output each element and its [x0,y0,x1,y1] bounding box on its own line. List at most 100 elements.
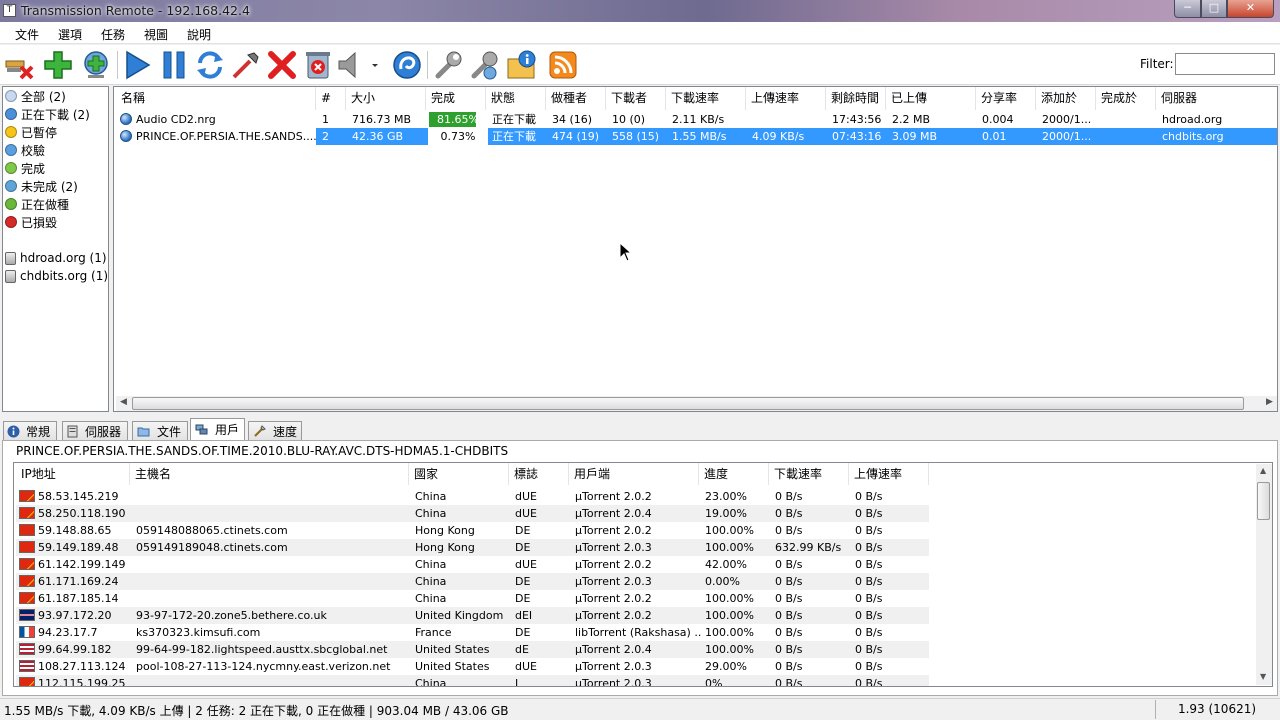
sidebar-item-paused[interactable]: 已暫停 [5,123,57,141]
col-header-seeds[interactable]: 做種者 [546,87,606,110]
col-header-num[interactable]: # [316,87,346,110]
peer-progress: 100.00% [705,643,754,656]
filter-input[interactable] [1175,53,1275,75]
col-header-host[interactable]: 主機名 [130,463,409,485]
peer-row[interactable]: 58.250.118.190 China dUE µTorrent 2.0.4 19.0… [16,505,929,522]
col-header-completed[interactable]: 完成於 [1096,87,1156,110]
peer-row[interactable]: 61.187.185.14 China DE µTorrent 2.0.2 100.00… [16,590,929,607]
add-torrent-icon[interactable] [41,48,75,82]
sidebar-item-downloading[interactable]: 正在下載 (2) [5,105,90,123]
verify-icon[interactable] [229,48,263,82]
toolbar-separator [117,51,118,79]
sidebar-item-error[interactable]: 已損毀 [5,213,57,231]
peer-flags: DE [515,592,531,605]
col-header-flags[interactable]: 標誌 [509,463,569,485]
disconnect-icon[interactable] [2,48,36,82]
options-icon[interactable] [431,48,465,82]
torrent-row-selected[interactable]: PRINCE.OF.PERSIA.THE.SANDS.... 2 42.36 G… [116,128,1277,145]
col-header-down-speed[interactable]: 下載速率 [769,463,849,485]
rss-icon[interactable] [546,48,580,82]
col-header-uploaded[interactable]: 已上傳 [886,87,976,110]
scroll-up-icon[interactable]: ▲ [1260,466,1266,475]
tab-trackers[interactable]: 伺服器 [62,421,128,440]
sidebar-item-all[interactable]: 全部 (2) [5,87,66,105]
tab-speed[interactable]: 速度 [248,421,302,440]
col-header-client[interactable]: 用戶端 [569,463,699,485]
peer-row[interactable]: 94.23.17.7 ks370323.kimsufi.com France DE li… [16,624,929,641]
torrent-seeds: 474 (19) [552,130,600,143]
scroll-down-icon[interactable]: ▼ [1260,672,1266,681]
col-header-added[interactable]: 添加於 [1036,87,1096,110]
sidebar-item-completed[interactable]: 完成 [5,159,45,177]
col-header-up-speed[interactable]: 上傳速率 [849,463,929,485]
maximize-button[interactable]: □ [1201,0,1227,18]
peer-flags: dE [515,643,529,656]
tab-peers[interactable]: 用戶 [190,418,245,440]
peer-up-speed: 0 B/s [855,609,883,622]
sidebar-item-checking[interactable]: 校驗 [5,141,45,159]
speaker-icon[interactable] [334,48,368,82]
scroll-thumb[interactable] [132,397,1244,410]
web-icon[interactable] [390,48,424,82]
peer-row[interactable]: 93.97.172.20 93-97-172-20.zone5.bethere.c… [16,607,929,624]
peer-list[interactable]: IP地址 主機名 國家 標誌 用戶端 進度 下載速率 上傳速率 58.53.14… [13,462,1273,687]
peer-down-speed: 0 B/s [775,592,803,605]
menu-file[interactable]: 文件 [15,26,39,43]
col-header-peers[interactable]: 下載者 [606,87,666,110]
col-header-ip[interactable]: IP地址 [16,463,130,485]
status-bar: 1.55 MB/s 下載, 4.09 KB/s 上傳 | 2 任務: 2 正在下… [0,698,1280,720]
peer-row[interactable]: 99.64.99.182 99-64-99-182.lightspeed.aust… [16,641,929,658]
peer-ip: 94.23.17.7 [38,626,98,639]
col-header-up-speed[interactable]: 上傳速率 [746,87,826,110]
col-header-tracker[interactable]: 伺服器 [1156,87,1276,110]
horizontal-scrollbar[interactable]: ◀ ▶ [116,396,1277,411]
peer-row[interactable]: 112.115.199.25 China IµTorrent 2.0.3 0% 0 B/… [16,675,929,686]
reannounce-icon[interactable] [193,48,227,82]
start-icon[interactable] [120,48,154,82]
peer-row[interactable]: 61.142.199.149 China dUE µTorrent 2.0.2 42.0… [16,556,929,573]
peer-client: µTorrent 2.0.3 [575,575,652,588]
scroll-thumb[interactable] [1257,482,1270,520]
scroll-left-icon[interactable]: ◀ [120,397,127,407]
tracker-icon [5,251,16,265]
remove-data-icon[interactable] [301,48,335,82]
torrent-list[interactable]: 名稱 # 大小 完成 狀態 做種者 下載者 下載速率 上傳速率 剩餘時間 已上傳… [113,86,1278,412]
col-header-status[interactable]: 狀態 [486,87,546,110]
tab-general[interactable]: 常規 [3,421,57,440]
col-header-done[interactable]: 完成 [426,87,486,110]
info-icon[interactable] [504,48,538,82]
col-header-name[interactable]: 名稱 [116,87,316,110]
sidebar-tracker-hdroad[interactable]: hdroad.org (1) [5,249,107,267]
sidebar-item-seeding[interactable]: 正在做種 [5,195,69,213]
connection-options-icon[interactable] [467,48,501,82]
peer-host: 059149189048.ctinets.com [136,541,288,554]
col-header-size[interactable]: 大小 [346,87,426,110]
minimize-button[interactable]: ─ [1174,0,1201,18]
close-button[interactable]: ✕ [1227,0,1274,18]
tab-files[interactable]: 文件 [132,421,188,440]
sidebar-item-incomplete[interactable]: 未完成 (2) [5,177,78,195]
speaker-dropdown-icon[interactable] [366,48,384,82]
col-header-down-speed[interactable]: 下載速率 [666,87,746,110]
col-header-ratio[interactable]: 分享率 [976,87,1036,110]
peer-row[interactable]: 59.148.88.65 059148088065.ctinets.com Hong… [16,522,929,539]
col-header-progress[interactable]: 進度 [699,463,769,485]
vertical-scrollbar[interactable]: ▲ ▼ [1256,464,1272,685]
torrent-row[interactable]: Audio CD2.nrg 1 716.73 MB 81.65% 正在下載 34… [116,111,1277,128]
menu-help[interactable]: 說明 [187,26,211,43]
add-url-icon[interactable] [79,48,113,82]
menu-options[interactable]: 選項 [58,26,82,43]
peer-row[interactable]: 58.53.145.219 China dUE µTorrent 2.0.2 23.00… [16,488,929,505]
menu-view[interactable]: 視圖 [144,26,168,43]
peer-row[interactable]: 61.171.169.24 China DE µTorrent 2.0.3 0.00% 0… [16,573,929,590]
sidebar-tracker-chdbits[interactable]: chdbits.org (1) [5,267,108,285]
peer-row[interactable]: 108.27.113.124 pool-108-27-113-124.nycmny… [16,658,929,675]
peer-progress: 100.00% [705,592,754,605]
col-header-country[interactable]: 國家 [409,463,509,485]
menu-tasks[interactable]: 任務 [101,26,125,43]
pause-icon[interactable] [157,48,191,82]
peer-row[interactable]: 59.149.189.48 059149189048.ctinets.com Hon… [16,539,929,556]
remove-icon[interactable] [265,48,299,82]
scroll-right-icon[interactable]: ▶ [1266,397,1273,407]
col-header-eta[interactable]: 剩餘時間 [826,87,886,110]
